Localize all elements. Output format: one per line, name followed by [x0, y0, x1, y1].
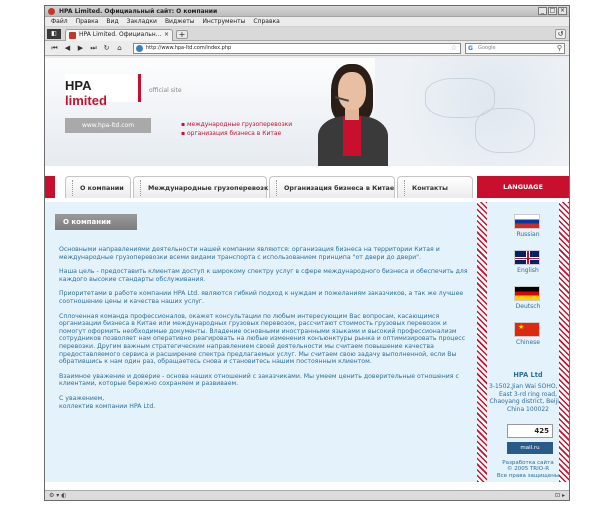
menu-widgets[interactable]: Виджеты [165, 18, 195, 25]
service-item[interactable]: международные грузоперевозки [181, 120, 292, 129]
fast-forward-icon[interactable]: ⏭ [89, 44, 98, 53]
rating-counter[interactable]: mail.ru [507, 442, 553, 454]
menu-bookmarks[interactable]: Закладки [127, 18, 157, 25]
window-title: HPA Limited. Официальный сайт: О компани… [59, 8, 218, 15]
tab-label: HPA Limited. Официальн... [79, 31, 162, 38]
operator-photo [313, 58, 393, 166]
paragraph: Приоритетами в работе компании HPA Ltd. … [59, 290, 464, 305]
russia-flag-icon[interactable] [514, 214, 540, 229]
bookmark-star-icon[interactable]: ☆ [451, 44, 457, 53]
lang-english[interactable]: English [487, 267, 569, 274]
logo[interactable]: HPA limited [65, 74, 141, 108]
title-bar: HPA Limited. Официальный сайт: О компани… [45, 6, 569, 17]
page-viewport: HPA limited official site www.hpa-ltd.co… [45, 58, 569, 491]
url-text: http://www.hpa-ltd.com/index.php [146, 45, 232, 51]
company-name: HPA Ltd [513, 371, 543, 379]
status-icons: ⚙ ▾ ◐ [49, 492, 67, 499]
zoom-icon[interactable]: ⊡ ▸ [555, 491, 565, 500]
new-tab-button[interactable]: + [176, 30, 188, 39]
site-url-label: www.hpa-ltd.com [65, 118, 151, 133]
china-flag-icon[interactable]: ★ [514, 322, 540, 337]
hit-counter[interactable]: 425 [507, 424, 553, 438]
credits: Разработка сайта © 2005 TRIO-R Все права… [487, 460, 569, 479]
trash-icon[interactable]: ↺ [555, 29, 566, 39]
main-content: О компании Основными направлениями деяте… [45, 202, 477, 482]
rewind-icon[interactable]: ⏮ [50, 44, 59, 53]
browser-window: HPA Limited. Официальный сайт: О компани… [44, 5, 570, 501]
menu-view[interactable]: Вид [106, 18, 118, 25]
menu-edit[interactable]: Правка [76, 18, 99, 25]
status-bar: ⚙ ▾ ◐ ⊡ ▸ [45, 490, 569, 500]
site-header: HPA limited official site www.hpa-ltd.co… [45, 58, 569, 166]
home-icon[interactable]: ⌂ [115, 44, 124, 53]
minimize-icon[interactable]: _ [538, 7, 547, 15]
search-icon[interactable]: ⚲ [557, 44, 562, 53]
paragraph: Взаимное уважение и доверие - основа наш… [59, 372, 459, 388]
company-info: HPA Ltd 3-1502,Jian Wai SOHO, 39 East 3-… [487, 371, 569, 413]
paragraph: Основными направлениями деятельности наш… [59, 246, 440, 261]
map-outline [475, 108, 535, 153]
lang-deutsch[interactable]: Deutsch [487, 303, 569, 310]
menu-help[interactable]: Справка [253, 18, 279, 25]
panel-toggle-icon[interactable]: ◧ [47, 29, 61, 39]
main-navigation: О компании Международные грузоперевозки … [45, 166, 569, 202]
globe-icon [136, 45, 143, 52]
section-title: О компании [55, 214, 137, 230]
language-header: LANGUAGE [477, 176, 569, 198]
germany-flag-icon[interactable] [514, 286, 540, 301]
nav-accent [45, 176, 55, 198]
signature: С уважением, коллектив компании HPA Ltd. [59, 394, 156, 410]
reload-icon[interactable]: ↻ [102, 44, 111, 53]
menu-tools[interactable]: Инструменты [202, 18, 245, 25]
search-placeholder: Google [478, 45, 496, 51]
services-list: международные грузоперевозки организация… [181, 120, 292, 138]
menu-file[interactable]: Файл [51, 18, 68, 25]
service-item[interactable]: организация бизнеса в Китае [181, 129, 292, 138]
navigation-toolbar: ⏮ ◀ ▶ ⏭ ↻ ⌂ http://www.hpa-ltd.com/index… [45, 41, 569, 56]
uk-flag-icon[interactable] [514, 250, 540, 265]
paragraph: Сплоченная команда профессионалов, окаже… [59, 312, 466, 366]
lang-chinese[interactable]: Chinese [487, 339, 569, 346]
credit-line: Все права защищены [496, 472, 560, 479]
search-field[interactable]: G Google ⚲ [465, 43, 565, 54]
favicon-icon [69, 32, 76, 39]
logo-accent: limited [65, 93, 107, 108]
nav-business-china[interactable]: Организация бизнеса в Китае [269, 176, 395, 198]
menu-bar: Файл Правка Вид Закладки Виджеты Инструм… [45, 17, 569, 27]
paragraph: Наша цель - предоставить клиентам доступ… [59, 268, 468, 283]
tab-bar: ◧ HPA Limited. Официальн... × + ↺ [45, 27, 569, 41]
official-site-label: official site [149, 87, 182, 94]
logo-main: HPA [65, 78, 91, 93]
browser-logo-icon [48, 8, 55, 15]
tab-close-icon[interactable]: × [164, 30, 169, 40]
company-address: 3-1502,Jian Wai SOHO, 39 East 3-rd ring … [489, 383, 567, 413]
google-icon: G [468, 45, 473, 52]
nav-contacts[interactable]: Контакты [397, 176, 473, 198]
about-text: Основными направлениями деятельности наш… [59, 246, 469, 417]
close-icon[interactable]: × [558, 7, 567, 15]
forward-icon[interactable]: ▶ [76, 44, 85, 53]
lang-russian[interactable]: Russian [487, 231, 569, 238]
address-bar[interactable]: http://www.hpa-ltd.com/index.php ☆ [133, 43, 461, 54]
nav-freight[interactable]: Международные грузоперевозки [133, 176, 273, 198]
maximize-icon[interactable]: □ [548, 7, 557, 15]
back-icon[interactable]: ◀ [63, 44, 72, 53]
nav-about[interactable]: О компании [65, 176, 131, 198]
stripe-divider [477, 202, 487, 482]
tab-active[interactable]: HPA Limited. Официальн... × [65, 29, 173, 41]
language-sidebar: Russian English Deutsch ★ Chinese HPA Lt… [487, 202, 569, 482]
stripe-border-right [559, 202, 569, 482]
